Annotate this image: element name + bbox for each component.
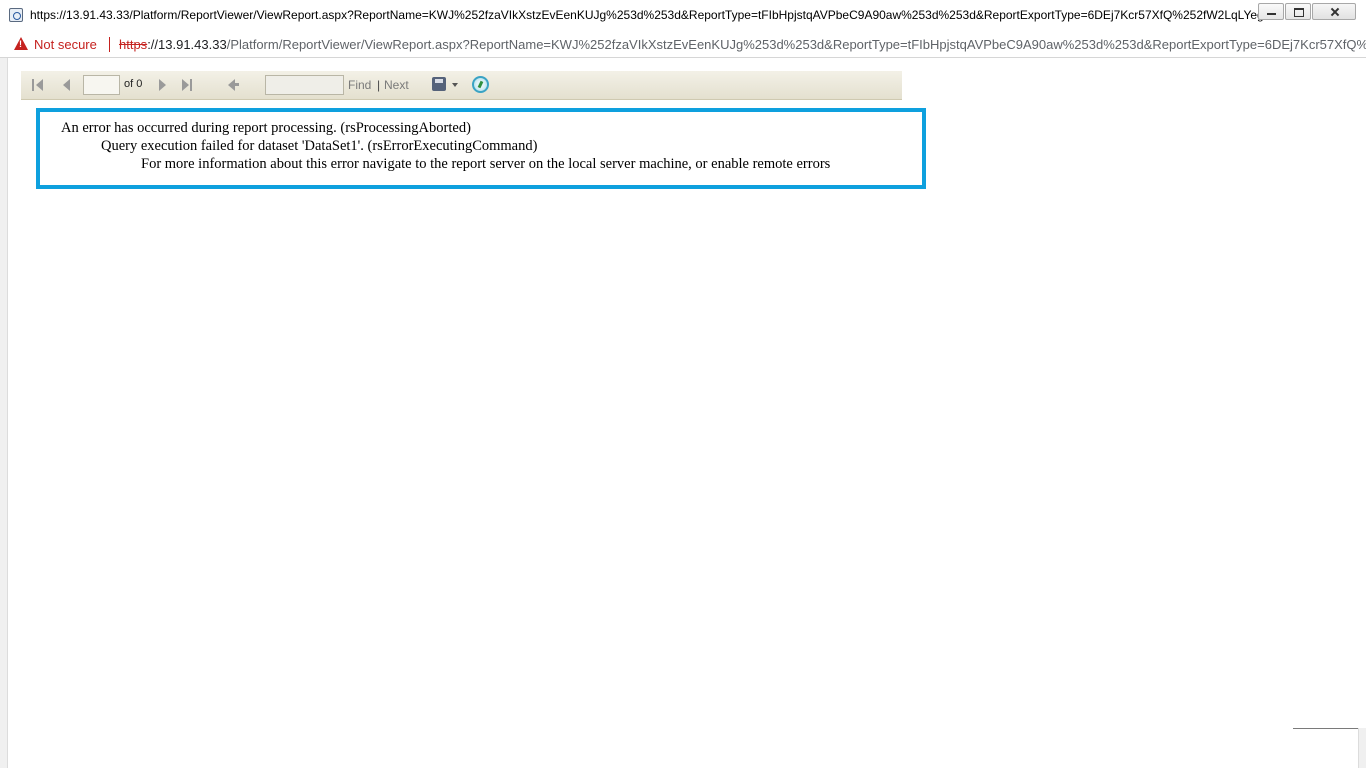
export-icon[interactable] xyxy=(432,77,446,91)
error-line-2: Query execution failed for dataset 'Data… xyxy=(101,138,538,154)
url-path: /Platform/ReportViewer/ViewReport.aspx?R… xyxy=(226,37,1366,52)
page-count-label: of 0 xyxy=(124,78,143,90)
export-dropdown-icon[interactable] xyxy=(452,83,458,87)
find-link[interactable]: Find xyxy=(348,78,371,92)
app-icon xyxy=(9,8,23,22)
security-label[interactable]: Not secure xyxy=(34,37,97,52)
url-scheme: https xyxy=(119,37,148,52)
first-page-icon[interactable] xyxy=(32,78,46,92)
address-separator xyxy=(109,37,110,52)
next-page-icon[interactable] xyxy=(157,78,171,92)
report-viewer-toolbar: of 0 Find | Next xyxy=(21,71,902,100)
error-message-box: An error has occurred during report proc… xyxy=(36,108,926,189)
find-next-link[interactable]: Next xyxy=(384,78,409,92)
page-number-input[interactable] xyxy=(83,75,120,95)
previous-page-icon[interactable] xyxy=(61,78,75,92)
error-line-1: An error has occurred during report proc… xyxy=(61,120,471,136)
find-separator: | xyxy=(377,78,381,92)
close-button[interactable] xyxy=(1312,3,1356,20)
window-controls xyxy=(1257,3,1356,20)
last-page-icon[interactable] xyxy=(181,78,195,92)
maximize-button[interactable] xyxy=(1285,3,1311,20)
minimize-button[interactable] xyxy=(1258,3,1284,20)
url-text[interactable]: https://13.91.43.33/Platform/ReportViewe… xyxy=(119,37,1366,52)
back-icon[interactable] xyxy=(228,78,242,92)
window-title-bar: https://13.91.43.33/Platform/ReportViewe… xyxy=(0,0,1366,30)
url-host: ://13.91.43.33 xyxy=(147,37,227,52)
error-line-3: For more information about this error na… xyxy=(141,156,831,172)
warning-icon[interactable] xyxy=(14,37,28,50)
window-left-border xyxy=(0,58,8,768)
refresh-icon[interactable] xyxy=(472,76,489,93)
address-bar[interactable]: Not secure https://13.91.43.33/Platform/… xyxy=(0,30,1366,58)
window-title: https://13.91.43.33/Platform/ReportViewe… xyxy=(30,8,1270,22)
find-input[interactable] xyxy=(265,75,344,95)
window-right-border xyxy=(1358,728,1366,768)
window-edge-line xyxy=(1293,728,1358,729)
